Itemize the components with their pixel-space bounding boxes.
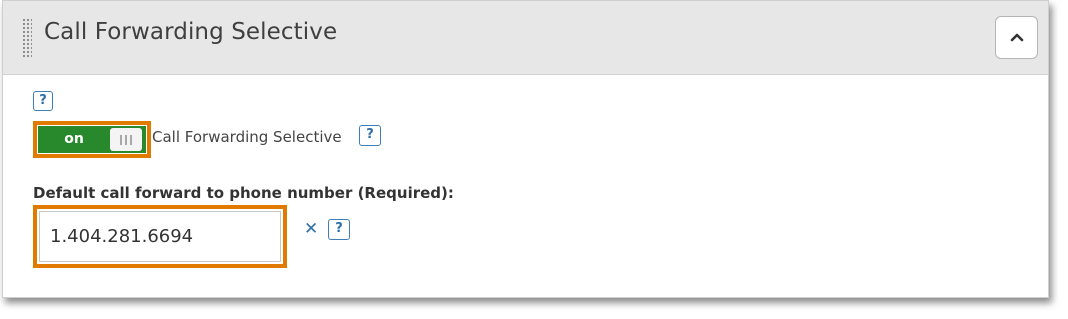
- section-help-icon[interactable]: ?: [33, 91, 53, 111]
- forward-number-label: Default call forward to phone number (Re…: [33, 184, 454, 202]
- knob-grip-line: [120, 135, 122, 145]
- input-help-icon[interactable]: ?: [328, 219, 350, 240]
- toggle-field-label: Call Forwarding Selective: [152, 128, 342, 146]
- forward-phone-number-input[interactable]: [39, 211, 281, 262]
- drag-handle-icon[interactable]: [22, 18, 32, 58]
- toggle-state-label: on: [64, 131, 84, 147]
- knob-grip-line: [125, 135, 127, 145]
- clear-icon[interactable]: ✕: [304, 219, 318, 239]
- toggle-knob[interactable]: [110, 128, 142, 151]
- panel-title: Call Forwarding Selective: [44, 19, 338, 45]
- call-forwarding-toggle[interactable]: on: [38, 126, 146, 153]
- panel-header: Call Forwarding Selective: [3, 1, 1048, 75]
- collapse-button[interactable]: [995, 16, 1038, 59]
- chevron-up-icon: [1010, 33, 1024, 42]
- toggle-help-icon[interactable]: ?: [359, 125, 381, 146]
- knob-grip-line: [130, 135, 132, 145]
